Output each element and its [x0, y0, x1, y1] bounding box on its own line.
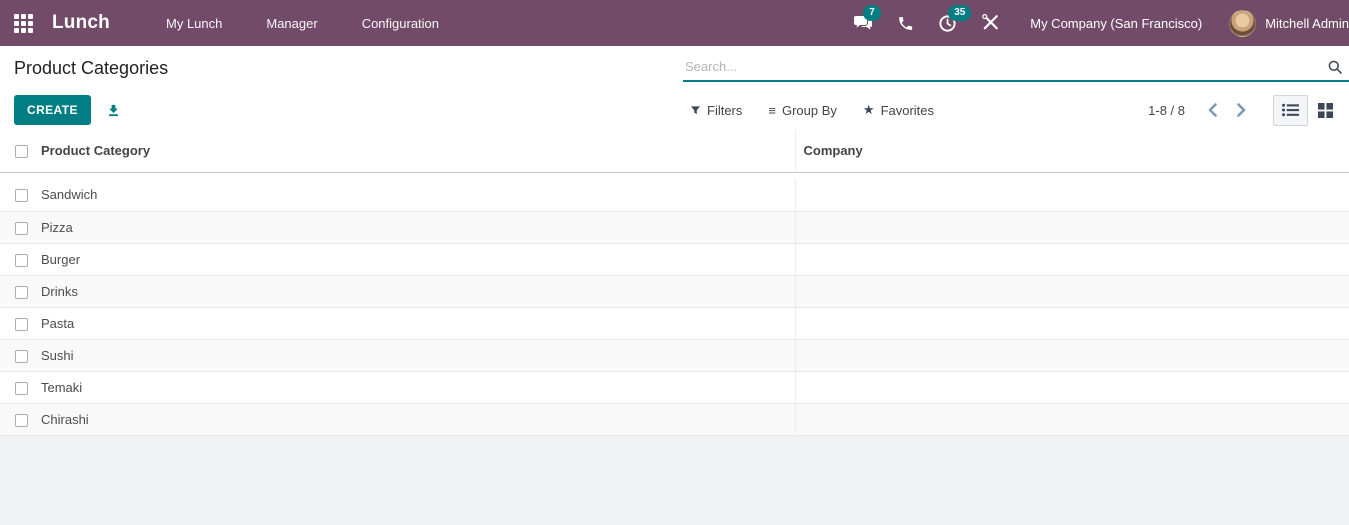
user-menu[interactable]: Mitchell Admin — [1221, 0, 1349, 46]
row-checkbox[interactable] — [15, 349, 28, 363]
top-navbar: Lunch My Lunch Manager Configuration 7 3… — [0, 0, 1349, 46]
category-cell[interactable]: Pizza — [41, 211, 795, 243]
category-cell[interactable]: Temaki — [41, 371, 795, 403]
favorites-star-icon: ★ — [862, 102, 875, 117]
menu-configuration[interactable]: Configuration — [340, 0, 461, 46]
user-avatar — [1229, 9, 1257, 37]
table-row[interactable]: Pizza — [0, 211, 1349, 243]
chevron-left-icon — [1208, 103, 1217, 117]
list-view-button[interactable] — [1273, 94, 1308, 126]
filter-funnel-icon — [691, 105, 700, 114]
table-row[interactable]: Drinks — [0, 275, 1349, 307]
control-panel-buttons: CREATE Filters ≡ Group By ★ Favorites 1-… — [0, 90, 1349, 130]
header-spacer — [0, 172, 1349, 179]
search-icon[interactable] — [1327, 59, 1343, 75]
category-cell[interactable]: Pasta — [41, 307, 795, 339]
phone-icon — [899, 16, 913, 30]
chevron-right-icon — [1237, 103, 1246, 117]
kanban-view-icon — [1318, 102, 1333, 118]
control-panel-top: Product Categories — [0, 46, 1349, 90]
export-button[interactable] — [106, 103, 121, 118]
search-input[interactable] — [685, 59, 1327, 74]
table-row[interactable]: Temaki — [0, 371, 1349, 403]
kanban-view-button[interactable] — [1308, 95, 1343, 126]
table-row[interactable]: Sandwich — [0, 179, 1349, 211]
company-switcher[interactable]: My Company (San Francisco) — [1011, 16, 1221, 31]
apps-grid-icon[interactable] — [14, 13, 33, 33]
menu-manager[interactable]: Manager — [244, 0, 339, 46]
activities-count-badge: 35 — [948, 5, 972, 21]
category-table-body: Sandwich Pizza Burger Drinks Pasta Sushi… — [0, 172, 1349, 435]
company-cell[interactable] — [794, 307, 1349, 339]
developer-tools-button[interactable] — [969, 0, 1011, 46]
page-title: Product Categories — [14, 57, 169, 78]
filters-button[interactable]: Filters — [690, 103, 742, 118]
pager-next-button[interactable] — [1230, 99, 1253, 121]
pager-nav — [1201, 99, 1253, 121]
favorites-button[interactable]: ★ Favorites — [863, 102, 934, 118]
list-view-icon — [1282, 103, 1299, 117]
company-cell[interactable] — [794, 371, 1349, 403]
column-header-company[interactable]: Company — [794, 130, 1349, 173]
company-cell[interactable] — [794, 339, 1349, 371]
group-by-icon: ≡ — [768, 102, 776, 118]
pager-previous-button[interactable] — [1201, 99, 1224, 121]
search-bar — [683, 55, 1349, 82]
table-row[interactable]: Burger — [0, 243, 1349, 275]
row-checkbox[interactable] — [15, 317, 28, 331]
row-checkbox[interactable] — [15, 253, 28, 267]
view-switcher — [1273, 94, 1343, 126]
table-header-row: Product Category Company — [0, 130, 1349, 173]
group-by-button[interactable]: ≡ Group By — [768, 103, 837, 118]
create-button[interactable]: CREATE — [14, 95, 91, 125]
row-checkbox[interactable] — [15, 221, 28, 235]
download-icon — [108, 104, 118, 116]
select-all-checkbox[interactable] — [15, 145, 28, 159]
category-cell[interactable]: Sandwich — [41, 179, 795, 211]
category-cell[interactable]: Burger — [41, 243, 795, 275]
company-cell[interactable] — [794, 179, 1349, 211]
pager-and-views: 1-8 / 8 — [1148, 94, 1343, 126]
pager-range: 1-8 / 8 — [1148, 102, 1185, 118]
tools-wrench-icon — [982, 14, 999, 30]
company-cell[interactable] — [794, 211, 1349, 243]
content-background — [0, 435, 1349, 522]
category-cell[interactable]: Sushi — [41, 339, 795, 371]
row-checkbox[interactable] — [15, 381, 28, 395]
messages-button[interactable]: 7 — [841, 0, 885, 46]
table-row[interactable]: Chirashi — [0, 403, 1349, 435]
table-row[interactable]: Pasta — [0, 307, 1349, 339]
messages-count-badge: 7 — [863, 5, 881, 21]
product-categories-table: Product Category Company Sandwich Pizza … — [0, 130, 1349, 436]
company-cell[interactable] — [794, 243, 1349, 275]
user-name: Mitchell Admin — [1265, 15, 1349, 31]
systray: 7 35 My Company (San Francisco) Mitchell… — [841, 0, 1349, 46]
app-menu: My Lunch Manager Configuration — [144, 0, 461, 46]
company-cell[interactable] — [794, 275, 1349, 307]
category-cell[interactable]: Drinks — [41, 275, 795, 307]
category-cell[interactable]: Chirashi — [41, 403, 795, 435]
menu-my-lunch[interactable]: My Lunch — [144, 0, 244, 46]
row-checkbox[interactable] — [15, 285, 28, 299]
activities-button[interactable]: 35 — [926, 0, 972, 46]
table-row[interactable]: Sushi — [0, 339, 1349, 371]
row-checkbox[interactable] — [15, 413, 28, 427]
row-checkbox[interactable] — [15, 189, 28, 203]
search-options: Filters ≡ Group By ★ Favorites — [690, 102, 934, 118]
column-header-product-category[interactable]: Product Category — [41, 130, 795, 173]
app-title[interactable]: Lunch — [52, 12, 110, 34]
company-cell[interactable] — [794, 403, 1349, 435]
voip-button[interactable] — [885, 0, 926, 46]
